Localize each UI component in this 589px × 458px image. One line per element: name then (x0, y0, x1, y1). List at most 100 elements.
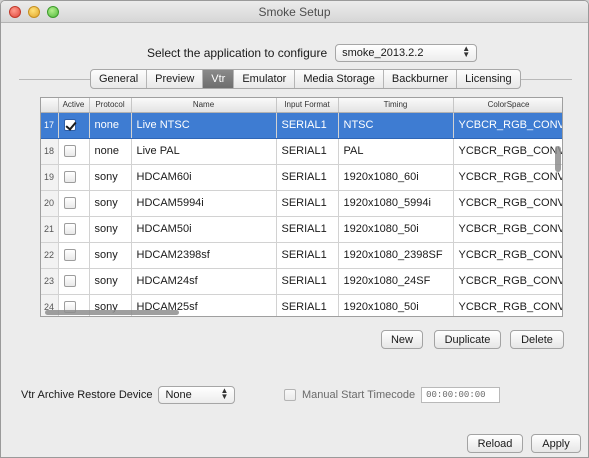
column-header-name[interactable]: Name (131, 98, 277, 113)
table-row[interactable]: 22 sony HDCAM2398sf SERIAL1 1920x1080_2398SF… (41, 242, 562, 269)
table-row[interactable]: 17 none Live NTSC SERIAL1 NTSC YCBCR_RGB_CONV… (41, 112, 562, 139)
colorspace-cell[interactable]: YCBCR_RGB_CONVERSIO (453, 242, 562, 269)
active-checkbox[interactable] (63, 171, 76, 184)
title-bar: Smoke Setup (1, 1, 588, 23)
colorspace-cell[interactable]: YCBCR_RGB_CONVERSIO (453, 268, 562, 295)
table-row[interactable]: 18 noneLive PALSERIAL1PALYCBCR_RGB_CONVER… (41, 138, 562, 165)
vertical-scrollbar[interactable] (555, 146, 561, 172)
colorspace-cell[interactable]: YCBCR_RGB_CONVERSIO (453, 164, 562, 191)
row-number-cell[interactable]: 20 (41, 190, 59, 217)
input-format-cell[interactable]: SERIAL1 (276, 190, 339, 217)
timing-cell[interactable]: 1920x1080_24SF (338, 268, 454, 295)
protocol-cell[interactable]: sony (89, 216, 132, 243)
name-cell[interactable]: HDCAM60i (131, 164, 277, 191)
input-format-cell[interactable]: SERIAL1 (276, 216, 339, 243)
active-cell (58, 190, 90, 217)
column-header-row-number (41, 98, 59, 113)
tab-preview[interactable]: Preview (147, 70, 204, 88)
row-number-cell[interactable]: 23 (41, 268, 59, 295)
stepper-arrows-icon: ▲ ▼ (462, 44, 471, 59)
row-number-cell[interactable]: 21 (41, 216, 59, 243)
protocol-cell[interactable]: sony (89, 268, 132, 295)
input-format-cell[interactable]: SERIAL1 (276, 138, 339, 165)
active-cell (58, 216, 90, 243)
name-cell[interactable]: Live PAL (131, 138, 277, 165)
reload-button[interactable]: Reload (467, 434, 523, 453)
active-cell (58, 112, 90, 139)
active-cell (58, 242, 90, 269)
active-checkbox[interactable] (63, 249, 76, 262)
vtr-table[interactable]: Active Protocol Name Input Format Timing… (40, 97, 563, 317)
input-format-cell[interactable]: SERIAL1 (276, 242, 339, 269)
colorspace-cell[interactable]: YCBCR_RGB_CONVERSIO (453, 294, 562, 316)
name-cell[interactable]: HDCAM2398sf (131, 242, 277, 269)
tab-general[interactable]: General (91, 70, 148, 88)
active-cell (58, 164, 90, 191)
table-header-row: Active Protocol Name Input Format Timing… (41, 98, 562, 113)
window-title: Smoke Setup (258, 5, 331, 19)
table-row[interactable]: 20 sony HDCAM5994i SERIAL1 1920x1080_5994i YC… (41, 190, 562, 217)
timing-cell[interactable]: 1920x1080_2398SF (338, 242, 454, 269)
application-selector-row: Select the application to configure smok… (147, 44, 478, 62)
colorspace-cell[interactable]: YCBCR_RGB_CONVERSIO (453, 190, 562, 217)
active-checkbox[interactable] (63, 119, 76, 132)
timing-cell[interactable]: PAL (338, 138, 454, 165)
protocol-cell[interactable]: sony (89, 242, 132, 269)
timecode-field[interactable]: 00:00:00:00 (421, 387, 501, 403)
archive-restore-device-select[interactable]: None ▲ ▼ (158, 386, 236, 404)
colorspace-cell[interactable]: YCBCR_RGB_CONVERSIO (453, 138, 562, 165)
timing-cell[interactable]: 1920x1080_60i (338, 164, 454, 191)
input-format-cell[interactable]: SERIAL1 (276, 164, 339, 191)
input-format-cell[interactable]: SERIAL1 (276, 294, 339, 316)
protocol-cell[interactable]: none (89, 112, 132, 139)
tab-licensing[interactable]: Licensing (457, 70, 519, 88)
name-cell[interactable]: HDCAM24sf (131, 268, 277, 295)
timing-cell[interactable]: 1920x1080_5994i (338, 190, 454, 217)
table-row[interactable]: 21 sony HDCAM50i SERIAL1 1920x1080_50i YCBCR_… (41, 216, 562, 243)
name-cell[interactable]: Live NTSC (131, 112, 277, 139)
active-checkbox[interactable] (63, 275, 76, 288)
column-header-colorspace[interactable]: ColorSpace (453, 98, 562, 113)
active-checkbox[interactable] (63, 145, 76, 158)
settings-tabs: General Preview Vtr Emulator Media Stora… (90, 69, 521, 89)
protocol-cell[interactable]: sony (89, 164, 132, 191)
apply-button[interactable]: Apply (531, 434, 581, 453)
active-cell (58, 138, 90, 165)
duplicate-button[interactable]: Duplicate (434, 330, 501, 349)
column-header-input-format[interactable]: Input Format (276, 98, 339, 113)
table-row[interactable]: 19 sony HDCAM60i SERIAL1 1920x1080_60i YCBCR_… (41, 164, 562, 191)
active-checkbox[interactable] (63, 197, 76, 210)
protocol-cell[interactable]: sony (89, 190, 132, 217)
timing-cell[interactable]: NTSC (338, 112, 454, 139)
tab-backburner[interactable]: Backburner (384, 70, 458, 88)
column-header-active[interactable]: Active (58, 98, 90, 113)
row-number-cell[interactable]: 17 (41, 112, 59, 139)
table-row[interactable]: 23 sony HDCAM24sf SERIAL1 1920x1080_24SF YCBC… (41, 268, 562, 295)
timing-cell[interactable]: 1920x1080_50i (338, 216, 454, 243)
delete-button[interactable]: Delete (510, 330, 564, 349)
application-select[interactable]: smoke_2013.2.2 ▲ ▼ (335, 44, 478, 62)
row-number-cell[interactable]: 22 (41, 242, 59, 269)
tab-vtr[interactable]: Vtr (203, 70, 235, 88)
name-cell[interactable]: HDCAM5994i (131, 190, 277, 217)
stepper-arrows-icon: ▲ ▼ (220, 386, 229, 401)
tab-emulator[interactable]: Emulator (234, 70, 296, 88)
active-checkbox[interactable] (63, 223, 76, 236)
input-format-cell[interactable]: SERIAL1 (276, 112, 339, 139)
name-cell[interactable]: HDCAM50i (131, 216, 277, 243)
row-number-cell[interactable]: 19 (41, 164, 59, 191)
colorspace-cell[interactable]: YCBCR_RGB_CONVERSIO (453, 216, 562, 243)
manual-start-timecode-checkbox[interactable] (284, 389, 296, 401)
row-number-cell[interactable]: 18 (41, 138, 59, 165)
horizontal-scrollbar[interactable] (45, 310, 179, 315)
colorspace-cell[interactable]: YCBCR_RGB_CONVERSIO (453, 112, 562, 139)
timing-cell[interactable]: 1920x1080_50i (338, 294, 454, 316)
new-button[interactable]: New (381, 330, 423, 349)
protocol-cell[interactable]: none (89, 138, 132, 165)
manual-start-timecode-label: Manual Start Timecode (302, 389, 416, 401)
input-format-cell[interactable]: SERIAL1 (276, 268, 339, 295)
tab-media-storage[interactable]: Media Storage (295, 70, 384, 88)
column-header-protocol[interactable]: Protocol (89, 98, 132, 113)
archive-restore-device-label: Vtr Archive Restore Device (21, 389, 153, 401)
column-header-timing[interactable]: Timing (338, 98, 454, 113)
